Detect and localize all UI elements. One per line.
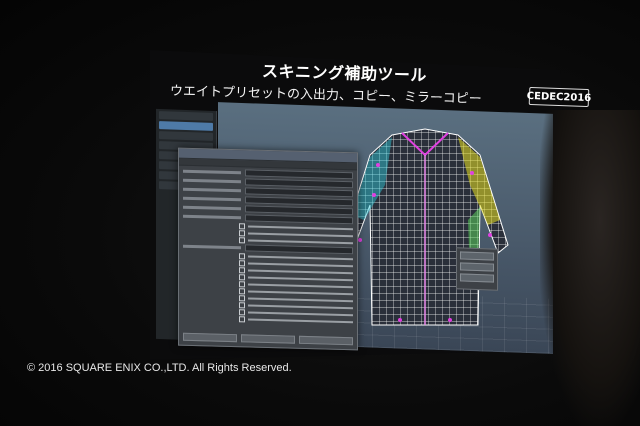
checkbox[interactable]: [239, 273, 245, 280]
field-label: [183, 244, 241, 250]
outliner-row: [159, 111, 213, 121]
outliner-row: [159, 121, 213, 131]
checkbox[interactable]: [239, 252, 245, 259]
mini-panel-button[interactable]: [460, 251, 494, 261]
field-label: [183, 187, 241, 193]
mini-panel-button[interactable]: [460, 262, 494, 272]
checkbox-label: [248, 282, 353, 288]
dialog-checkbox-row[interactable]: [239, 315, 353, 324]
checkbox[interactable]: [239, 308, 245, 315]
checkbox[interactable]: [239, 315, 245, 322]
checkbox-label: [248, 238, 353, 244]
checkbox-label: [248, 317, 353, 323]
field-label: [183, 169, 241, 175]
dialog-footer: [183, 332, 353, 346]
checkbox-label: [248, 303, 353, 309]
option-field[interactable]: [245, 214, 353, 225]
checkbox-label: [248, 289, 353, 295]
option-field[interactable]: [245, 205, 353, 216]
checkbox-label: [248, 296, 353, 302]
checkbox-label: [248, 310, 353, 316]
mini-panel-button[interactable]: [460, 273, 494, 283]
field-label: [183, 178, 241, 184]
option-field[interactable]: [245, 244, 353, 255]
outliner-row: [159, 131, 213, 141]
checkbox[interactable]: [239, 294, 245, 301]
checkbox[interactable]: [239, 301, 245, 308]
cedec-logo: CEDEC2016: [527, 86, 591, 108]
checkbox[interactable]: [239, 287, 245, 294]
field-label: [183, 196, 241, 202]
checkbox[interactable]: [239, 222, 245, 229]
weight-preset-dialog: [178, 147, 358, 351]
option-field[interactable]: [245, 187, 353, 198]
option-field[interactable]: [245, 178, 353, 189]
skin-tool-mini-panel: [456, 247, 498, 291]
checkbox[interactable]: [239, 266, 245, 273]
shirt-wireframe-model: [341, 128, 509, 326]
checkbox[interactable]: [239, 236, 245, 243]
export-button[interactable]: [183, 332, 237, 343]
checkbox-label: [248, 268, 353, 274]
checkbox[interactable]: [239, 229, 245, 236]
presenter-silhouette: [540, 110, 640, 426]
apply-button[interactable]: [241, 334, 295, 344]
close-button[interactable]: [299, 335, 353, 346]
checkbox-label: [248, 261, 353, 267]
field-label: [183, 214, 241, 220]
checkbox-label: [248, 224, 353, 230]
checkbox-label: [248, 275, 353, 281]
copyright-notice: © 2016 SQUARE ENIX CO.,LTD. All Rights R…: [27, 362, 292, 374]
option-field[interactable]: [245, 196, 353, 207]
checkbox[interactable]: [239, 280, 245, 287]
file-path-field[interactable]: [245, 169, 353, 180]
checkbox-label: [248, 254, 353, 260]
checkbox[interactable]: [239, 259, 245, 266]
checkbox-label: [248, 231, 353, 237]
field-label: [183, 205, 241, 211]
